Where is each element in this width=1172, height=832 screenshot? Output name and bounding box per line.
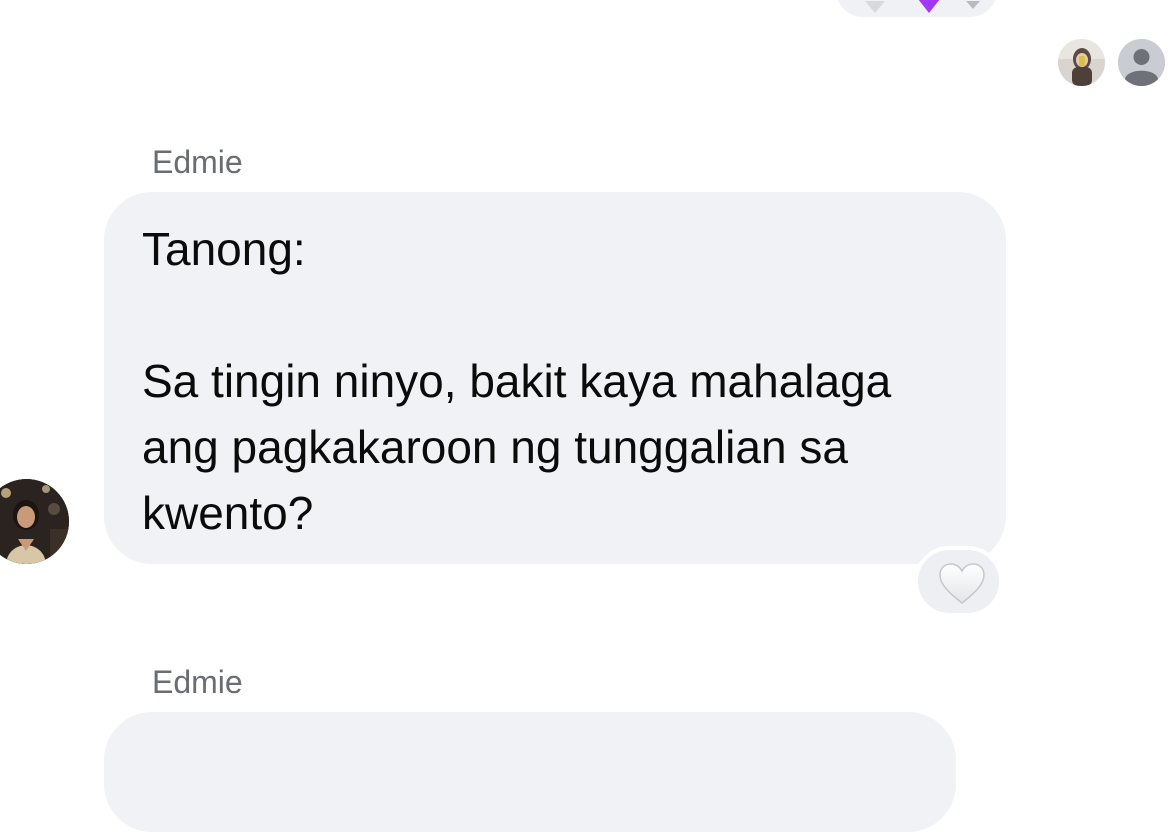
message-bubble-partial[interactable] (104, 712, 956, 832)
message-line: kwento? (142, 487, 314, 539)
heart-reaction-icon (865, 1, 885, 13)
previous-reaction-pill[interactable] (833, 0, 1000, 20)
default-user-avatar-icon (1118, 39, 1165, 86)
message-line: Tanong: (142, 223, 306, 275)
seen-by-avatar-photo[interactable] (1058, 39, 1105, 86)
message-line-blank (142, 282, 970, 348)
reaction-count-icon (966, 1, 980, 9)
message-bubble[interactable]: Tanong: Sa tingin ninyo, bakit kaya maha… (104, 192, 1006, 564)
seen-by-avatar-default[interactable] (1118, 39, 1165, 86)
user-photo-avatar-icon (1058, 39, 1105, 86)
message-reaction[interactable] (914, 546, 1003, 617)
white-heart-icon (939, 563, 985, 604)
sender-name: Edmie (152, 144, 243, 180)
message-line: ang pagkakaroon ng tunggalian sa (142, 421, 848, 473)
message-line: Sa tingin ninyo, bakit kaya mahalaga (142, 355, 892, 407)
sender-photo-avatar-icon (0, 479, 69, 564)
sender-name: Edmie (152, 664, 243, 700)
purple-heart-reaction-icon (918, 0, 940, 13)
sender-avatar[interactable] (0, 479, 69, 564)
